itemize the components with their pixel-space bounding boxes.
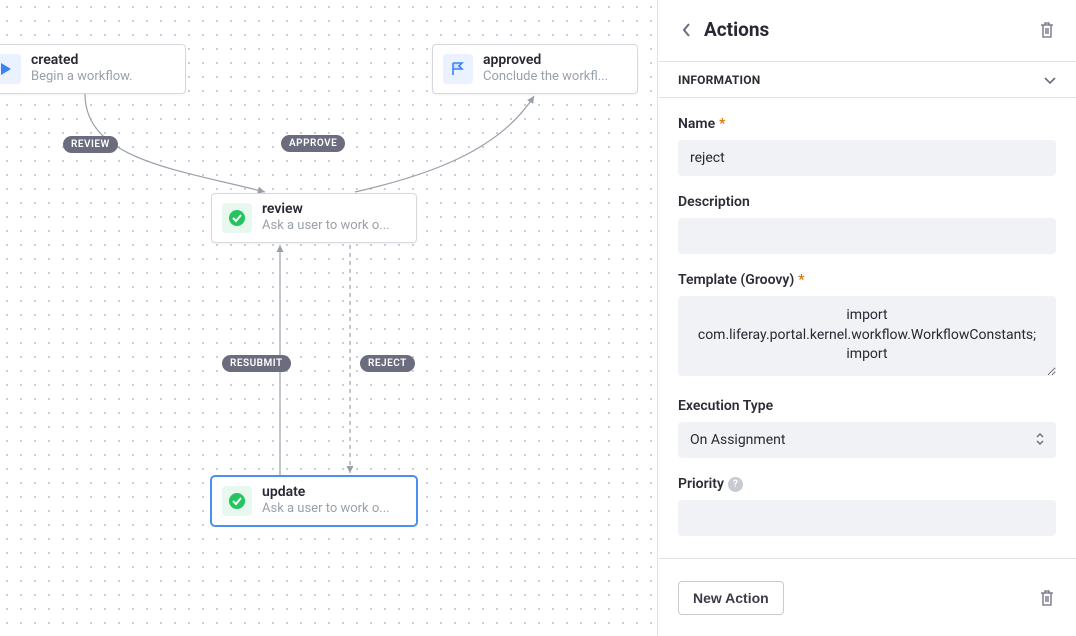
edges-layer <box>0 0 658 636</box>
node-update[interactable]: update Ask a user to work o... <box>211 476 417 526</box>
edge-label-reject: REJECT <box>360 355 415 372</box>
description-input[interactable] <box>678 218 1056 254</box>
section-information-header[interactable]: INFORMATION <box>658 61 1076 98</box>
name-input[interactable] <box>678 140 1056 176</box>
edge-label-resubmit: RESUBMIT <box>222 355 291 372</box>
check-circle-icon <box>222 203 252 233</box>
trash-icon[interactable] <box>1038 21 1056 39</box>
priority-label: Priority <box>678 476 724 492</box>
required-asterisk: * <box>798 272 804 288</box>
execution-type-label: Execution Type <box>678 398 773 414</box>
edge-label-approve: APPROVE <box>281 135 345 152</box>
edge-label-review: REVIEW <box>63 136 118 153</box>
node-subtitle: Ask a user to work o... <box>262 218 390 235</box>
node-subtitle: Ask a user to work o... <box>262 501 390 518</box>
flag-icon <box>443 54 473 84</box>
template-textarea[interactable] <box>678 296 1056 376</box>
back-chevron-icon[interactable] <box>678 21 696 39</box>
node-title: approved <box>483 52 608 69</box>
new-action-button[interactable]: New Action <box>678 581 784 615</box>
start-icon <box>0 54 21 84</box>
chevron-down-icon <box>1044 70 1056 89</box>
node-approved[interactable]: approved Conclude the workfl... <box>432 44 638 94</box>
select-arrows-icon <box>1036 432 1044 448</box>
check-circle-icon <box>222 486 252 516</box>
panel-title: Actions <box>704 18 769 41</box>
node-created[interactable]: created Begin a workflow. <box>0 44 186 94</box>
actions-panel: Actions INFORMATION Name * Description T… <box>658 0 1076 636</box>
node-title: update <box>262 484 390 501</box>
node-title: created <box>31 52 133 69</box>
divider <box>658 558 1076 559</box>
workflow-canvas[interactable]: created Begin a workflow. approved Concl… <box>0 0 658 636</box>
execution-type-value: On Assignment <box>690 432 785 448</box>
node-subtitle: Conclude the workfl... <box>483 69 608 86</box>
name-label: Name <box>678 116 715 132</box>
required-asterisk: * <box>719 116 725 132</box>
section-label: INFORMATION <box>678 73 760 87</box>
execution-type-select[interactable]: On Assignment <box>678 422 1056 458</box>
trash-icon[interactable] <box>1038 589 1056 607</box>
node-review[interactable]: review Ask a user to work o... <box>211 193 417 243</box>
priority-input[interactable] <box>678 500 1056 536</box>
node-title: review <box>262 201 390 218</box>
template-label: Template (Groovy) <box>678 272 794 288</box>
node-subtitle: Begin a workflow. <box>31 69 133 86</box>
help-icon[interactable]: ? <box>728 477 743 492</box>
description-label: Description <box>678 194 750 210</box>
